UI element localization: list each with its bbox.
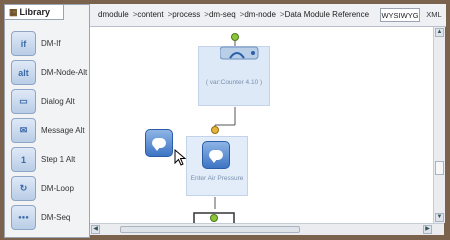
breadcrumb-bar: dmodule >content >process >dm-seq >dm-node >D… <box>90 4 446 27</box>
library-icon: ▦ <box>9 7 18 17</box>
wysiwyg-tab[interactable]: WYSIWYG <box>380 8 420 22</box>
library-item-dm-loop[interactable]: ↻ DM-Loop <box>7 176 89 202</box>
library-item-label: DM-Seq <box>41 213 71 222</box>
library-item-dm-node-alt[interactable]: alt DM-Node-Alt <box>7 60 89 86</box>
condition-label: ( var:Counter 4.10 ) <box>205 79 263 86</box>
if-node-icon <box>220 46 259 60</box>
speech-bubble-icon <box>152 138 166 151</box>
message-node-dragging[interactable] <box>145 129 173 157</box>
step-icon: 1 <box>11 147 36 172</box>
library-item-label: Dialog Alt <box>41 97 75 106</box>
library-item-message-alt[interactable]: ✉ Message Alt <box>7 118 89 144</box>
breadcrumb: dmodule >content >process >dm-seq >dm-node >D… <box>98 10 369 19</box>
node-alt-icon: alt <box>11 60 36 85</box>
library-tab-label: Library <box>19 7 51 17</box>
library-item-dialog-alt[interactable]: ▭ Dialog Alt <box>7 89 89 115</box>
breadcrumb-item-current[interactable]: Data Module Reference <box>285 10 370 19</box>
horizontal-scroll-thumb[interactable] <box>120 226 300 233</box>
library-item-label: Message Alt <box>41 126 85 135</box>
connector-green-dot[interactable] <box>210 214 218 222</box>
xml-tab[interactable]: XML <box>423 8 445 22</box>
mouse-cursor-icon <box>174 149 187 166</box>
message-icon: ✉ <box>11 118 36 143</box>
scroll-up-icon[interactable]: ▲ <box>435 28 444 37</box>
sequence-icon: ●●● <box>11 205 36 230</box>
vertical-scrollbar[interactable]: ▲ ▼ <box>433 27 445 223</box>
speech-bubble-icon <box>209 150 223 163</box>
scroll-right-icon[interactable]: ▶ <box>423 225 432 234</box>
library-item-dm-if[interactable]: if DM-If <box>7 31 89 57</box>
library-tab[interactable]: ▦ Library <box>5 5 64 20</box>
breadcrumb-item[interactable]: dmodule <box>98 10 129 19</box>
library-item-dm-seq[interactable]: ●●● DM-Seq <box>7 205 89 231</box>
breadcrumb-item[interactable]: dm-node <box>244 10 276 19</box>
breadcrumb-item[interactable]: content <box>137 10 163 19</box>
diagram-canvas[interactable]: ( var:Counter 4.10 ) Enter Air Pressure <box>90 27 433 223</box>
message-node-icon <box>202 141 230 169</box>
library-item-label: DM-Node-Alt <box>41 68 88 77</box>
loop-icon: ↻ <box>11 176 36 201</box>
if-icon: if <box>11 31 36 56</box>
breadcrumb-item[interactable]: process <box>172 10 200 19</box>
dialog-icon: ▭ <box>11 89 36 114</box>
scroll-left-icon[interactable]: ◀ <box>91 225 100 234</box>
breadcrumb-item[interactable]: dm-seq <box>209 10 236 19</box>
scroll-down-icon[interactable]: ▼ <box>435 213 444 222</box>
vertical-scroll-thumb[interactable] <box>435 161 444 175</box>
library-item-label: Step 1 Alt <box>41 155 76 164</box>
connector-green-dot[interactable] <box>231 33 239 41</box>
horizontal-scrollbar[interactable]: ◀ ▶ <box>90 223 444 235</box>
message-label: Enter Air Pressure <box>190 175 244 182</box>
library-item-step-1-alt[interactable]: 1 Step 1 Alt <box>7 147 89 173</box>
library-item-label: DM-Loop <box>41 184 74 193</box>
connector-yellow-dot[interactable] <box>211 126 219 134</box>
library-panel: ▦ Library if DM-If alt DM-Node-Alt ▭ Dial… <box>4 4 90 238</box>
library-item-label: DM-If <box>41 39 61 48</box>
